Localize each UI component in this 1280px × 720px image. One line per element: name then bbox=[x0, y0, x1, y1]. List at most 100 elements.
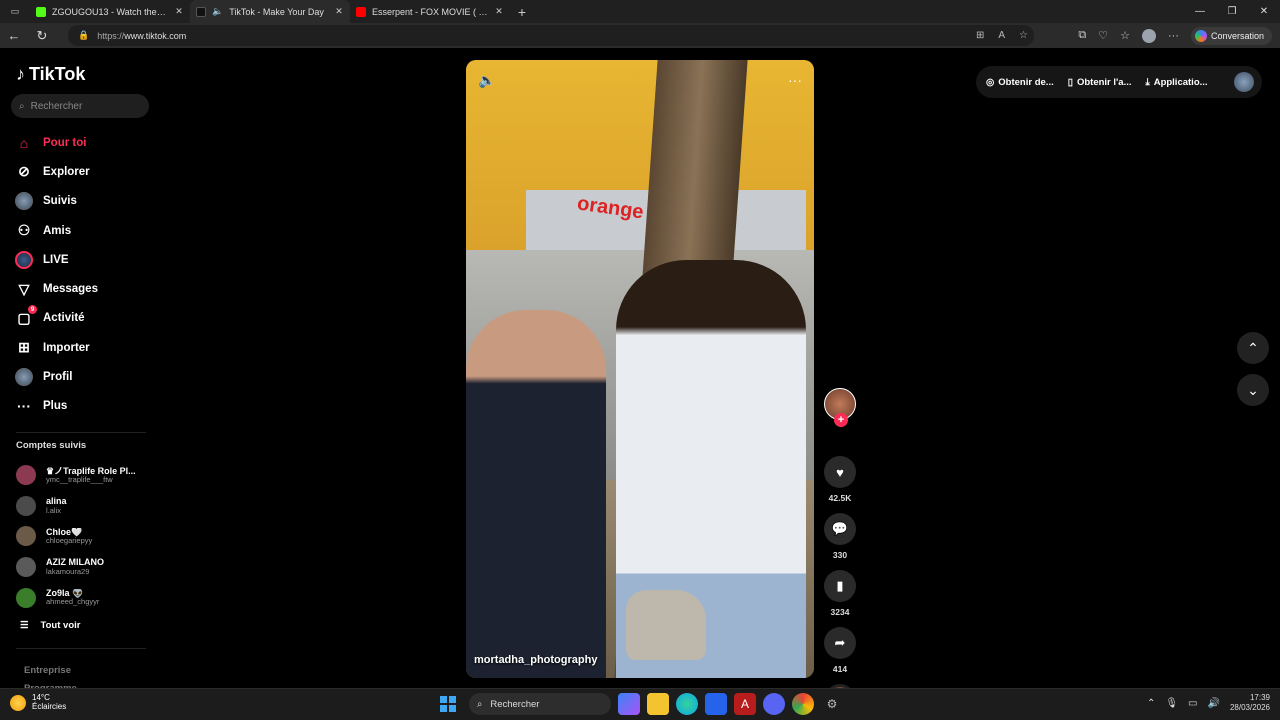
taskbar-apps: ⌕ Rechercher A ⚙ bbox=[440, 693, 843, 715]
minimize-icon[interactable]: — bbox=[1184, 0, 1216, 23]
creator-avatar[interactable]: + bbox=[824, 388, 856, 427]
file-explorer-icon[interactable] bbox=[647, 693, 669, 715]
live-icon bbox=[15, 250, 33, 269]
windows-start-icon[interactable] bbox=[440, 696, 456, 712]
chevron-up-icon[interactable]: ⌃ bbox=[1147, 698, 1155, 709]
sidebar: ♪ TikTok ⌕ Rechercher ⌂ Pour toi ⊘ Explo… bbox=[0, 48, 160, 694]
search-placeholder: Rechercher bbox=[30, 100, 83, 112]
search-input[interactable]: ⌕ Rechercher bbox=[11, 94, 149, 118]
settings-gear-icon[interactable]: ⚙ bbox=[821, 693, 843, 715]
close-tab-icon[interactable]: ✕ bbox=[334, 6, 344, 17]
nav-item-plus[interactable]: ··· Plus bbox=[12, 392, 152, 421]
followed-account[interactable]: ♛ノ​Traplife Role Pl... ymc__traplife___ft… bbox=[16, 460, 156, 491]
mute-icon[interactable]: 🔈 bbox=[478, 72, 495, 89]
account-name: alina bbox=[46, 497, 67, 507]
kick-favicon-icon bbox=[36, 6, 46, 17]
speaker-icon[interactable]: 🔈 bbox=[212, 6, 223, 17]
url-field[interactable]: 🔒 https://www.tiktok.com ⊞ A ☆ bbox=[68, 25, 1034, 46]
follow-plus-icon[interactable]: + bbox=[834, 413, 848, 427]
copilot-app-icon[interactable] bbox=[618, 693, 640, 715]
clock[interactable]: 17:39 28/03/2026 bbox=[1230, 693, 1270, 713]
video-player[interactable]: orange 🔈 ··· mortadha_photography bbox=[466, 60, 814, 678]
url-field-icons: ⊞ A ☆ bbox=[976, 25, 1028, 46]
close-window-icon[interactable]: ✕ bbox=[1248, 0, 1280, 23]
restore-icon[interactable]: ❐ bbox=[1216, 0, 1248, 23]
video-more-icon[interactable]: ··· bbox=[788, 72, 802, 89]
like-button[interactable]: ♥ bbox=[824, 456, 856, 488]
close-tab-icon[interactable]: ✕ bbox=[494, 6, 504, 17]
discord-icon[interactable] bbox=[763, 693, 785, 715]
close-tab-icon[interactable]: ✕ bbox=[174, 6, 184, 17]
nav-item-suivis[interactable]: Suivis bbox=[12, 187, 152, 216]
app-available-icon[interactable]: ⊞ bbox=[976, 30, 984, 41]
favorite-star-icon[interactable]: ☆ bbox=[1019, 30, 1028, 41]
taskbar-search[interactable]: ⌕ Rechercher bbox=[469, 693, 611, 715]
nav-item-explorer[interactable]: ⊘ Explorer bbox=[12, 157, 152, 186]
save-button[interactable]: ▮ bbox=[824, 570, 856, 602]
back-icon[interactable]: ← bbox=[0, 23, 28, 48]
extensions-icon[interactable]: ⧉ bbox=[1078, 29, 1086, 42]
favorites-icon[interactable]: ☆ bbox=[1120, 29, 1130, 42]
profile-avatar-icon[interactable] bbox=[1141, 28, 1156, 43]
network-icon[interactable]: ▭ bbox=[1188, 698, 1197, 709]
share-arrow-icon: ➦ bbox=[834, 635, 846, 650]
followed-account[interactable]: AZIZ MILANO lakamoura29 bbox=[16, 552, 156, 583]
weather-widget[interactable]: 14°C Éclaircies bbox=[10, 693, 66, 712]
url-host: www.tiktok.com bbox=[124, 30, 187, 41]
get-coins-button[interactable]: ◎ Obtenir de... bbox=[986, 77, 1054, 88]
account-handle: ahmeed_chgyyr bbox=[46, 597, 100, 607]
see-all-button[interactable]: ☰ Tout voir bbox=[20, 620, 80, 631]
list-icon: ☰ bbox=[20, 620, 29, 631]
comment-button[interactable]: 💬 bbox=[824, 513, 856, 545]
nav-item-amis[interactable]: ⚇ Amis bbox=[12, 216, 152, 245]
volume-icon[interactable]: 🔊 bbox=[1208, 698, 1220, 709]
tab-actions-icon[interactable]: ▭ bbox=[0, 0, 30, 23]
browser-toolbar: ⧉ ♡ ☆ ··· Conversation bbox=[1078, 23, 1280, 48]
clock-time: 17:39 bbox=[1249, 693, 1270, 702]
desktop-app-label: Applicatio... bbox=[1153, 76, 1208, 88]
comment-icon: 💬 bbox=[831, 521, 849, 536]
compass-icon: ⊘ bbox=[18, 163, 30, 180]
followed-account[interactable]: alina l.alix bbox=[16, 491, 156, 522]
followed-account[interactable]: Chloe🤍 chloegariepyy bbox=[16, 521, 156, 552]
tab-title: Esserpent - FOX MOVIE ( officiel ) bbox=[372, 6, 488, 17]
footer-link-entreprise[interactable]: Entreprise bbox=[24, 662, 77, 680]
conversation-button[interactable]: Conversation bbox=[1190, 26, 1272, 45]
account-avatar bbox=[16, 495, 36, 516]
nav-label: LIVE bbox=[43, 253, 69, 266]
system-tray: ⌃ 🎙 ▭ 🔊 17:39 28/03/2026 bbox=[1147, 693, 1270, 713]
edge-browser-icon[interactable] bbox=[676, 693, 698, 715]
heart-icon: ♥ bbox=[836, 464, 844, 480]
nav-item-profil[interactable]: Profil bbox=[12, 362, 152, 391]
followed-account[interactable]: Zo9la 👽 ahmeed_chgyyr bbox=[16, 582, 156, 613]
tiktok-logo[interactable]: ♪ TikTok bbox=[16, 64, 85, 85]
acrobat-icon[interactable]: A bbox=[734, 693, 756, 715]
microphone-icon[interactable]: 🎙 bbox=[1165, 698, 1178, 709]
nav-label: Explorer bbox=[43, 165, 90, 178]
new-tab-icon[interactable]: + bbox=[510, 4, 534, 20]
nav-item-pour-toi[interactable]: ⌂ Pour toi bbox=[12, 128, 152, 157]
nav-item-messages[interactable]: ▽ Messages bbox=[12, 274, 152, 303]
browser-tab[interactable]: ZGOUGOU13 - Watch the VOD on ✕ bbox=[30, 0, 190, 23]
home-icon: ⌂ bbox=[19, 134, 29, 151]
chrome-icon[interactable] bbox=[792, 693, 814, 715]
read-aloud-icon[interactable]: A bbox=[998, 30, 1005, 41]
share-button[interactable]: ➦ bbox=[824, 627, 856, 659]
browser-tab-active[interactable]: 🔈 TikTok - Make Your Day ✕ bbox=[190, 0, 350, 23]
video-author-caption[interactable]: mortadha_photography bbox=[474, 654, 597, 666]
browser-essentials-icon[interactable]: ♡ bbox=[1098, 29, 1108, 42]
lock-icon[interactable]: 🔒 bbox=[78, 30, 89, 41]
menu-dots-icon[interactable]: ··· bbox=[1168, 30, 1179, 42]
video-actions: + ♥ 42.5K 💬 330 ▮ 3234 ➦ 414 bbox=[822, 388, 858, 714]
previous-video-button[interactable]: ⌃ bbox=[1237, 332, 1269, 364]
desktop-app-button[interactable]: ⤓ Applicatio... bbox=[1146, 77, 1208, 88]
reload-icon[interactable]: ↻ bbox=[28, 23, 56, 48]
store-icon[interactable] bbox=[705, 693, 727, 715]
browser-tab[interactable]: Esserpent - FOX MOVIE ( officiel ) ✕ bbox=[350, 0, 510, 23]
get-app-button[interactable]: ▯ Obtenir l'a... bbox=[1068, 77, 1132, 88]
nav-item-importer[interactable]: ⊞ Importer bbox=[12, 333, 152, 362]
next-video-button[interactable]: ⌄ bbox=[1237, 374, 1269, 406]
user-avatar[interactable] bbox=[1234, 72, 1254, 92]
nav-item-live[interactable]: LIVE bbox=[12, 245, 152, 274]
nav-item-activite[interactable]: ▢ 9 Activité bbox=[12, 304, 152, 333]
